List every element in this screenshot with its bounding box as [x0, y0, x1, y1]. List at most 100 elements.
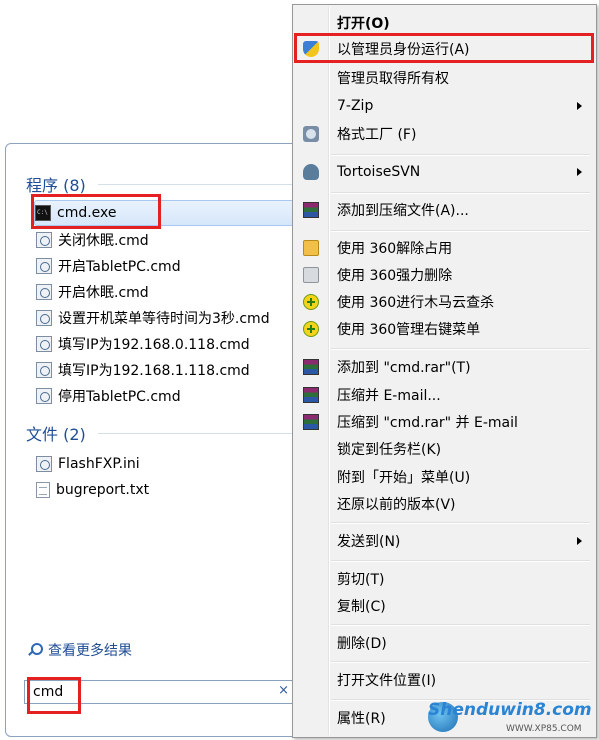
menu-item-label: 删除(D) — [337, 636, 387, 652]
see-more-results-label: 查看更多结果 — [48, 643, 132, 659]
file-item[interactable]: FlashFXP.ini — [36, 451, 291, 477]
menu-item-label: 压缩并 E-mail... — [337, 388, 441, 404]
menu-item-copy[interactable]: 复制(C) — [295, 594, 594, 618]
menu-item-cut[interactable]: 剪切(T) — [295, 567, 594, 591]
menu-item-pin-to-taskbar[interactable]: 锁定到任务栏(K) — [295, 437, 594, 461]
360-scan-icon — [303, 294, 319, 310]
menu-item-label: TortoiseSVN — [337, 164, 421, 180]
file-label: bugreport.txt — [56, 482, 150, 498]
menu-item-7zip[interactable]: 7-Zip — [295, 94, 594, 118]
menu-item-label: 剪切(T) — [337, 572, 385, 588]
menu-item-label: 发送到(N) — [337, 534, 401, 550]
program-item[interactable]: 填写IP为192.168.0.118.cmd — [36, 331, 291, 357]
program-item[interactable]: 关闭休眠.cmd — [36, 227, 291, 253]
menu-item-360-unlock[interactable]: 使用 360解除占用 — [295, 236, 594, 260]
menu-separator — [331, 230, 590, 232]
menu-item-take-ownership[interactable]: 管理员取得所有权 — [295, 66, 594, 90]
menu-separator — [331, 522, 590, 524]
menu-item-tortoisesvn[interactable]: TortoiseSVN — [295, 160, 594, 184]
file-label: FlashFXP.ini — [58, 456, 140, 472]
menu-item-label: 复制(C) — [337, 599, 386, 615]
winrar-icon — [303, 387, 319, 403]
menu-item-send-to[interactable]: 发送到(N) — [295, 529, 594, 553]
file-item[interactable]: bugreport.txt — [36, 477, 291, 503]
batch-file-icon — [36, 388, 52, 404]
menu-item-label: 附到「开始」菜单(U) — [337, 470, 471, 486]
program-label: 填写IP为192.168.0.118.cmd — [58, 337, 250, 353]
program-label: 填写IP为192.168.1.118.cmd — [58, 363, 250, 379]
360-unlock-icon — [303, 240, 319, 256]
tortoise-svn-icon — [303, 164, 319, 180]
menu-separator — [331, 560, 590, 562]
menu-item-label: 使用 360解除占用 — [337, 241, 453, 257]
program-label: 停用TabletPC.cmd — [58, 389, 181, 405]
menu-item-label: 属性(R) — [337, 711, 386, 727]
menu-item-label: 格式工厂 (F) — [337, 127, 417, 143]
menu-item-add-to-archive[interactable]: 添加到压缩文件(A)... — [295, 198, 594, 222]
menu-item-compress-cmd-rar-email[interactable]: 压缩到 "cmd.rar" 并 E-mail — [295, 410, 594, 434]
winrar-icon — [303, 359, 319, 375]
program-item[interactable]: 填写IP为192.168.1.118.cmd — [36, 357, 291, 383]
annotation-highlight-search-text — [27, 677, 81, 714]
program-label: 开启TabletPC.cmd — [58, 259, 181, 275]
clear-search-icon[interactable]: × — [278, 683, 289, 698]
watermark-subtext: WWW.XP85.COM — [506, 724, 582, 734]
program-item[interactable]: 设置开机菜单等待时间为3秒.cmd — [36, 305, 291, 331]
programs-divider — [98, 184, 294, 185]
menu-item-360-manage-menu[interactable]: 使用 360管理右键菜单 — [295, 317, 594, 341]
annotation-highlight-cmd-exe — [31, 194, 161, 229]
see-more-results-link[interactable]: 查看更多结果 — [26, 640, 132, 660]
menu-item-open[interactable]: 打开(O) — [295, 11, 594, 35]
menu-item-label: 添加到 "cmd.rar"(T) — [337, 360, 471, 376]
menu-item-label: 还原以前的版本(V) — [337, 497, 456, 513]
files-section-header: 文件 (2) — [26, 425, 86, 444]
menu-item-add-to-cmd-rar[interactable]: 添加到 "cmd.rar"(T) — [295, 355, 594, 379]
menu-item-open-file-location[interactable]: 打开文件位置(I) — [295, 668, 594, 692]
program-item[interactable]: 停用TabletPC.cmd — [36, 383, 291, 409]
program-label: 设置开机菜单等待时间为3秒.cmd — [58, 311, 270, 327]
menu-separator — [331, 192, 590, 194]
submenu-arrow-icon — [577, 168, 582, 176]
menu-separator — [331, 624, 590, 626]
site-watermark: Shenduwin8.com WWW.XP85.COM — [428, 700, 598, 738]
menu-item-label: 使用 360进行木马云查杀 — [337, 295, 495, 311]
batch-file-icon — [36, 284, 52, 300]
360-shred-icon — [303, 267, 319, 283]
menu-item-label: 锁定到任务栏(K) — [337, 442, 442, 458]
batch-file-icon — [36, 336, 52, 352]
submenu-arrow-icon — [577, 102, 582, 110]
submenu-arrow-icon — [577, 537, 582, 545]
context-menu: 打开(O) 以管理员身份运行(A) 管理员取得所有权 7-Zip 格式工厂 (F… — [292, 4, 597, 738]
360-menu-icon — [303, 321, 319, 337]
menu-separator — [331, 154, 590, 156]
menu-item-label: 7-Zip — [337, 98, 374, 114]
menu-item-label: 管理员取得所有权 — [337, 71, 449, 87]
program-item[interactable]: 开启TabletPC.cmd — [36, 253, 291, 279]
menu-item-label: 打开(O) — [337, 16, 390, 32]
menu-item-pin-to-start[interactable]: 附到「开始」菜单(U) — [295, 465, 594, 489]
menu-item-restore-previous-versions[interactable]: 还原以前的版本(V) — [295, 492, 594, 516]
files-divider — [98, 433, 294, 434]
menu-separator — [331, 348, 590, 350]
menu-item-label: 添加到压缩文件(A)... — [337, 203, 469, 219]
menu-item-360-trojan-scan[interactable]: 使用 360进行木马云查杀 — [295, 290, 594, 314]
batch-file-icon — [36, 310, 52, 326]
program-label: 开启休眠.cmd — [58, 285, 149, 301]
menu-item-label: 打开文件位置(I) — [337, 673, 437, 689]
batch-file-icon — [36, 232, 52, 248]
annotation-highlight-run-as-admin — [294, 33, 594, 63]
menu-item-label: 使用 360管理右键菜单 — [337, 322, 481, 338]
winrar-icon — [303, 202, 319, 218]
menu-item-360-shred[interactable]: 使用 360强力删除 — [295, 263, 594, 287]
batch-file-icon — [36, 362, 52, 378]
text-file-icon — [36, 482, 50, 498]
menu-item-compress-email[interactable]: 压缩并 E-mail... — [295, 383, 594, 407]
watermark-text: Shenduwin8.com — [428, 700, 592, 720]
menu-item-delete[interactable]: 删除(D) — [295, 631, 594, 655]
menu-item-label: 使用 360强力删除 — [337, 268, 453, 284]
program-item[interactable]: 开启休眠.cmd — [36, 279, 291, 305]
program-label: 关闭休眠.cmd — [58, 233, 149, 249]
menu-item-format-factory[interactable]: 格式工厂 (F) — [295, 122, 594, 146]
format-factory-icon — [303, 126, 319, 142]
batch-file-icon — [36, 258, 52, 274]
